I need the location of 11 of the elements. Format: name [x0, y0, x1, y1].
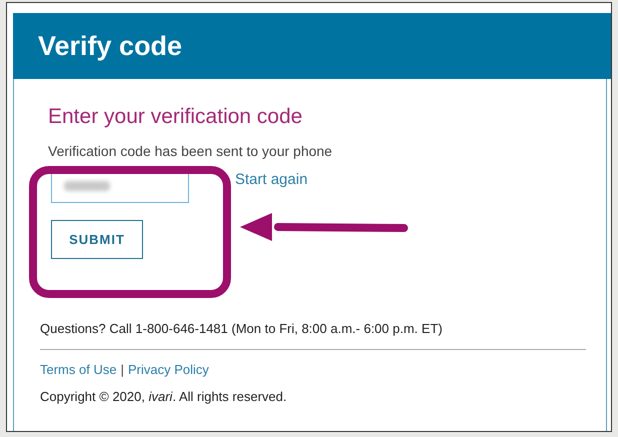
message-text: Verification code has been sent to your phone [48, 143, 334, 159]
start-again-link[interactable]: Start again [235, 171, 308, 188]
dialog-title: Verify code [38, 30, 182, 62]
copyright-text: Copyright © 2020, ivari. All rights reserved. [40, 389, 288, 404]
footer-link[interactable]: Terms of Use [40, 362, 117, 377]
blurred-code [64, 181, 110, 191]
footer-link[interactable]: Privacy Policy [128, 362, 209, 377]
questions-text: Questions? Call 1-800-646-1481 (Mon to Fri, 8:00 a.m.- 6:00 p.m. ET) [40, 321, 444, 336]
heading: Enter your verification code [48, 105, 304, 129]
link-separator: | [120, 362, 124, 377]
submit-button[interactable]: SUBMIT [51, 220, 143, 259]
